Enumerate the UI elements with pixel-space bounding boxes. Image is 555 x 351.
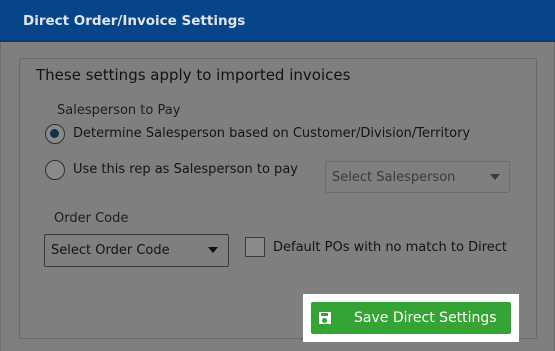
default-pos-checkbox[interactable] bbox=[245, 237, 265, 257]
salesperson-select-value: Select Salesperson bbox=[332, 170, 456, 185]
floppy-disk-icon bbox=[319, 312, 331, 324]
order-code-select-value: Select Order Code bbox=[51, 243, 170, 258]
chevron-down-icon bbox=[490, 174, 500, 180]
radio-use-rep-label[interactable]: Use this rep as Salesperson to pay bbox=[73, 162, 298, 177]
radio-use-rep[interactable] bbox=[45, 160, 65, 180]
default-pos-label[interactable]: Default POs with no match to Direct bbox=[273, 240, 507, 255]
save-button-label: Save Direct Settings bbox=[354, 310, 497, 326]
intro-text: These settings apply to imported invoice… bbox=[36, 66, 351, 84]
radio-determine-salesperson-label[interactable]: Determine Salesperson based on Customer/… bbox=[73, 126, 470, 141]
panel-header: Direct Order/Invoice Settings bbox=[0, 0, 555, 42]
radio-determine-salesperson[interactable] bbox=[45, 124, 65, 144]
order-code-label: Order Code bbox=[54, 211, 129, 226]
save-highlight: Save Direct Settings bbox=[303, 294, 519, 342]
save-direct-settings-button[interactable]: Save Direct Settings bbox=[311, 302, 511, 334]
order-code-select[interactable]: Select Order Code bbox=[44, 234, 229, 267]
chevron-down-icon bbox=[208, 247, 218, 253]
salesperson-section-label: Salesperson to Pay bbox=[57, 103, 181, 118]
panel-title: Direct Order/Invoice Settings bbox=[23, 13, 246, 29]
salesperson-select[interactable]: Select Salesperson bbox=[325, 161, 510, 193]
